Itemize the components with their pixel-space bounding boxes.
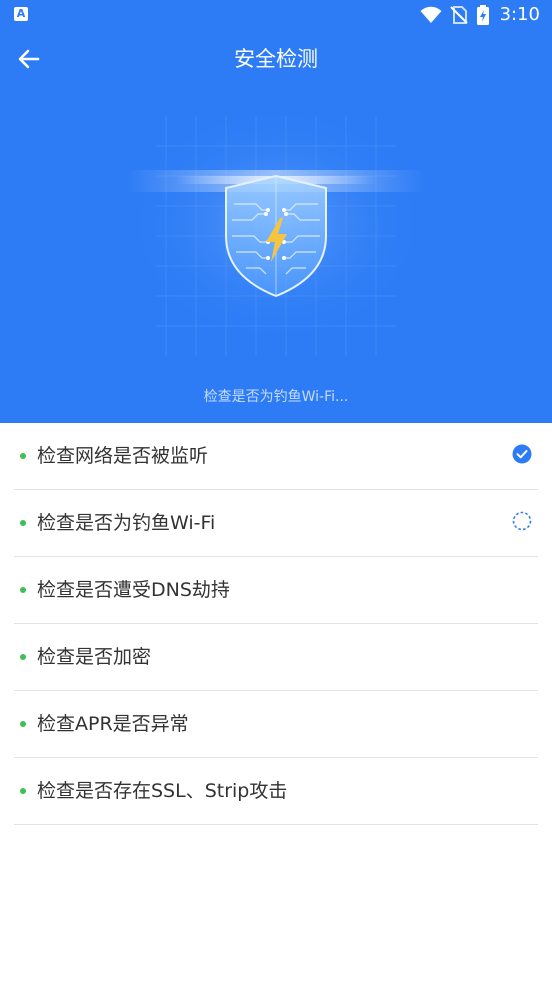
check-item-dns-hijack: 检查是否遭受DNS劫持 xyxy=(14,557,538,624)
status-bar: A 3:10 xyxy=(0,0,552,30)
header-panel: A 3:10 安全检测 检查是否为钓鱼Wi-Fi... xyxy=(0,0,552,423)
battery-charging-icon xyxy=(477,5,489,25)
check-label: 检查是否存在SSL、Strip攻击 xyxy=(37,780,288,802)
check-item-encryption: 检查是否加密 xyxy=(14,624,538,691)
bullet-dot xyxy=(20,520,26,526)
no-sim-icon xyxy=(450,6,468,24)
bullet-dot xyxy=(20,587,26,593)
app-bar: 安全检测 xyxy=(0,30,552,88)
bullet-dot xyxy=(20,453,26,459)
check-label: 检查网络是否被监听 xyxy=(37,445,209,467)
check-item-apr: 检查APR是否异常 xyxy=(14,691,538,758)
check-item-ssl-strip: 检查是否存在SSL、Strip攻击 xyxy=(14,758,538,825)
shield-lightning-icon xyxy=(126,116,426,356)
status-icons xyxy=(420,5,490,25)
bullet-dot xyxy=(20,788,26,794)
shield-illustration xyxy=(96,96,456,376)
bullet-dot xyxy=(20,654,26,660)
app-notification-icon: A xyxy=(14,7,28,21)
check-label: 检查是否加密 xyxy=(37,646,152,668)
wifi-icon xyxy=(420,6,442,23)
check-label: 检查是否为钓鱼Wi-Fi xyxy=(37,512,216,534)
status-time: 3:10 xyxy=(499,4,540,25)
check-label: 检查是否遭受DNS劫持 xyxy=(37,579,230,601)
loading-spinner-icon xyxy=(512,511,532,531)
page-title: 安全检测 xyxy=(234,47,318,71)
check-list: 检查网络是否被监听 检查是否为钓鱼Wi-Fi 检查是否遭受DNS劫持 检查是否加… xyxy=(14,423,538,825)
check-item-phishing-wifi: 检查是否为钓鱼Wi-Fi xyxy=(14,490,538,557)
check-label: 检查APR是否异常 xyxy=(37,713,189,735)
check-circle-icon xyxy=(512,444,532,464)
bullet-dot xyxy=(20,721,26,727)
scan-status-text: 检查是否为钓鱼Wi-Fi... xyxy=(203,389,349,405)
check-item-network-monitoring: 检查网络是否被监听 xyxy=(14,423,538,490)
